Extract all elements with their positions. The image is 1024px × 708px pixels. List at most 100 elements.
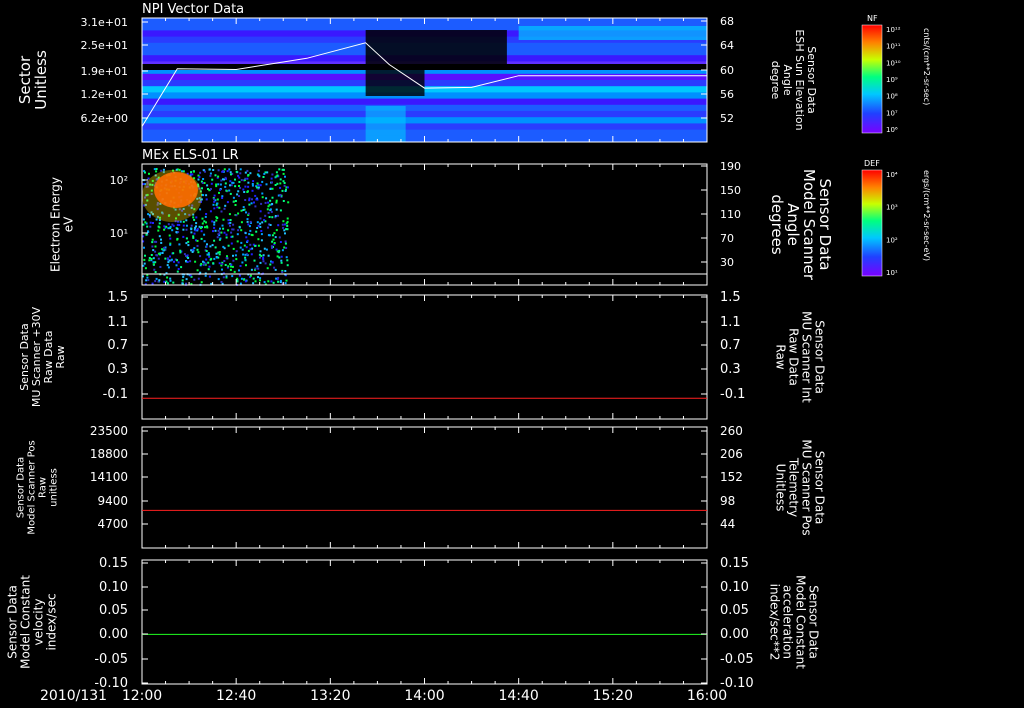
els-pixel [225,233,228,236]
els-pixel [272,238,275,241]
left-tick-label: 14100 [90,470,128,484]
els-pixel [171,223,174,226]
els-pixel [240,241,243,244]
els-pixel [213,270,216,273]
right-axis-label: Sensor DataESH Sun ElevationAngledegree [769,29,818,130]
els-pixel [281,271,284,274]
els-pixel [270,210,273,213]
els-pixel [144,267,147,270]
els-pixel [265,183,268,186]
els-pixel [271,196,274,199]
els-pixel [239,246,242,249]
npi-band [142,111,707,118]
els-pixel [169,237,172,240]
els-pixel [222,227,225,230]
els-pixel [176,259,178,262]
els-pixel [262,254,265,257]
els-pixel [187,240,190,243]
left-axis-label: Sensor Data Model Constant velocity index/s… [6,575,59,669]
els-pixel [254,205,257,208]
els-pixel [249,220,252,223]
els-pixel [230,173,232,176]
els-pixel [205,258,208,261]
right-axis-label: Sensor DataModel Constantaccelerationind… [768,575,821,669]
right-axis-label-line: degrees [768,194,786,255]
els-pixel [167,223,170,226]
els-pixel [226,170,229,173]
els-pixel [275,229,278,232]
npi-bright-patch [365,106,406,142]
right-tick-label: 60 [720,64,734,77]
right-axis-label-line: Telemetry [787,457,801,517]
right-tick-label: 0.10 [720,580,749,595]
els-pixel [279,186,282,189]
els-pixel [169,279,172,282]
els-pixel [259,222,262,225]
els-pixel [160,238,162,241]
left-axis-label-line: Raw [38,477,49,498]
els-pixel [277,224,280,227]
right-axis-label-line: Sensor Data [813,320,827,394]
els-pixel [214,246,217,249]
els-pixel [212,169,215,171]
els-pixel [219,227,221,230]
right-axis-label-line: acceleration [781,585,795,659]
els-pixel [263,281,266,284]
left-tick-label: 0.7 [107,338,128,353]
left-tick-label: 1.9e+01 [81,65,128,78]
els-pixel [240,179,243,182]
els-pixel [223,207,226,210]
els-pixel [244,171,247,174]
els-pixel [191,251,194,253]
els-pixel [221,170,224,173]
els-pixel [257,224,260,227]
els-pixel [229,221,232,224]
els-pixel [217,175,220,178]
right-tick-label: 0.05 [720,603,749,618]
els-pixel [265,248,268,251]
els-pixel [192,216,195,219]
els-pixel [206,253,209,256]
els-pixel [218,262,221,265]
els-pixel [220,210,223,213]
left-axis-label: Electron Energy eV [49,177,76,272]
els-pixel [271,216,274,219]
els-pixel [234,204,237,206]
els-pixel [177,231,180,234]
colorbar-tick-label: 10³ [886,204,898,212]
left-axis-label-line: Sensor Data [6,585,20,659]
left-tick-label: 0.15 [99,556,128,571]
els-pixel [197,178,200,181]
els-pixel [286,217,289,220]
els-pixel [282,172,285,175]
els-pixel [217,183,220,186]
els-pixel [256,198,259,201]
els-pixel [232,247,235,250]
els-pixel [272,281,275,284]
els-pixel [281,249,284,252]
right-tick-label: 260 [720,424,743,438]
els-pixel [222,276,225,279]
els-pixel [244,185,247,188]
els-pixel [271,234,274,237]
els-pixel [271,187,274,190]
els-pixel [249,243,252,246]
right-axis-label-line: Model Constant [794,575,808,669]
els-pixel [256,182,259,185]
els-pixel [182,235,185,238]
els-pixel [242,209,245,211]
els-pixel [205,213,208,215]
els-pixel [264,262,267,265]
els-pixel [231,228,234,231]
els-pixel [245,211,247,214]
els-pixel [204,226,206,229]
els-pixel [179,251,182,254]
els-pixel [216,202,218,205]
npi-bright-band [518,26,707,40]
els-pixel [196,239,199,242]
els-pixel [234,178,236,181]
els-pixel [244,253,247,256]
els-pixel [245,264,247,267]
left-axis-label-line: Model Constant [19,575,33,669]
els-pixel [265,197,268,200]
